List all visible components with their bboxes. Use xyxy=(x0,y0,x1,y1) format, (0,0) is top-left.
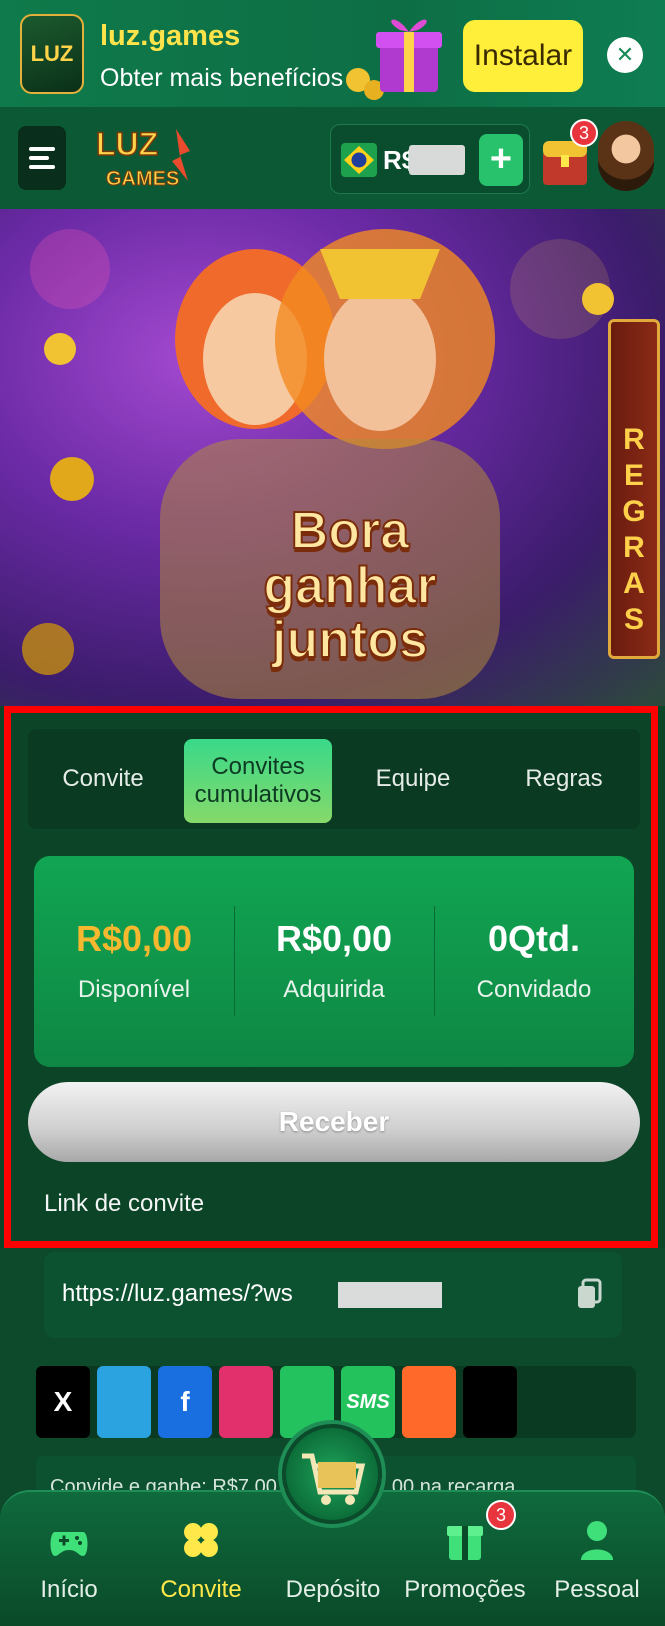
balance-box: R$ + xyxy=(330,124,530,194)
shopping-cart-icon xyxy=(302,1453,366,1505)
invite-link-masked xyxy=(338,1282,442,1308)
facebook-icon: f xyxy=(180,1386,190,1417)
share-telegram-button[interactable] xyxy=(97,1366,151,1438)
deposit-plus-button[interactable]: + xyxy=(479,134,523,186)
share-kwai-button[interactable] xyxy=(402,1366,456,1438)
share-x-button[interactable]: X xyxy=(36,1366,90,1438)
gift-icon xyxy=(447,1526,483,1560)
x-icon: X xyxy=(53,1386,73,1417)
promotions-notification-badge: 3 xyxy=(486,1500,516,1530)
nav-convite[interactable]: Convite xyxy=(136,1518,266,1626)
share-tiktok-button[interactable] xyxy=(463,1366,517,1438)
nav-promocoes[interactable]: Promoções xyxy=(400,1518,530,1626)
invite-link-text: https://luz.games/?ws xyxy=(62,1280,293,1307)
install-banner: LUZ luz.games Obter mais benefícios Inst… xyxy=(0,0,665,107)
person-icon xyxy=(581,1521,613,1560)
close-icon: ✕ xyxy=(615,42,635,67)
nav-inicio[interactable]: Início xyxy=(4,1518,134,1626)
share-instagram-button[interactable] xyxy=(219,1366,273,1438)
brazil-flag-icon xyxy=(341,143,377,177)
clover-icon xyxy=(184,1523,218,1557)
rules-ribbon-button[interactable]: REGRAS xyxy=(608,319,660,659)
share-facebook-button[interactable]: f xyxy=(158,1366,212,1438)
sms-icon: SMS xyxy=(346,1390,390,1413)
highlight-frame xyxy=(4,706,658,1248)
gamepad-icon xyxy=(50,1532,88,1556)
user-avatar[interactable] xyxy=(598,121,654,191)
nav-deposito-label: Depósito xyxy=(285,1576,381,1603)
gift-box-icon xyxy=(346,19,442,100)
menu-button[interactable] xyxy=(18,126,66,190)
banner-subtitle: Obter mais benefícios xyxy=(100,64,344,92)
treasure-chest-button[interactable]: 3 xyxy=(540,119,598,191)
hero-title-line1: Bora ganhar xyxy=(262,502,437,615)
nav-inicio-label: Início xyxy=(40,1576,98,1603)
svg-text:GAMES: GAMES xyxy=(106,168,179,190)
hero-title-line2: juntos xyxy=(271,611,429,670)
balance-amount-masked xyxy=(409,145,465,175)
nav-pessoal-label: Pessoal xyxy=(554,1576,640,1603)
hero-title: Bora ganhar juntos xyxy=(200,502,500,670)
banner-brand: luz.games xyxy=(100,20,241,52)
invite-link-field[interactable]: https://luz.games/?ws xyxy=(44,1252,622,1338)
site-logo[interactable]: LUZ GAMES xyxy=(92,121,202,197)
app-logo: LUZ xyxy=(20,14,84,94)
promo-hero-banner: Bora ganhar juntos REGRAS xyxy=(0,209,665,706)
install-button[interactable]: Instalar xyxy=(463,20,583,92)
nav-promocoes-label: Promoções xyxy=(404,1576,526,1603)
hamburger-icon xyxy=(29,147,55,169)
close-banner-button[interactable]: ✕ xyxy=(607,37,643,73)
app-logo-text: LUZ xyxy=(30,41,74,66)
nav-deposito[interactable]: Depósito xyxy=(268,1518,398,1626)
deposit-cart-button[interactable] xyxy=(282,1424,382,1524)
nav-convite-label: Convite xyxy=(160,1576,242,1603)
top-header: LUZ GAMES R$ + 3 xyxy=(0,107,665,209)
nav-pessoal[interactable]: Pessoal xyxy=(532,1518,662,1626)
rules-ribbon-label: REGRAS xyxy=(622,423,646,636)
svg-text:LUZ: LUZ xyxy=(96,126,158,162)
chest-notification-badge: 3 xyxy=(570,119,598,147)
copy-icon[interactable] xyxy=(576,1278,602,1310)
